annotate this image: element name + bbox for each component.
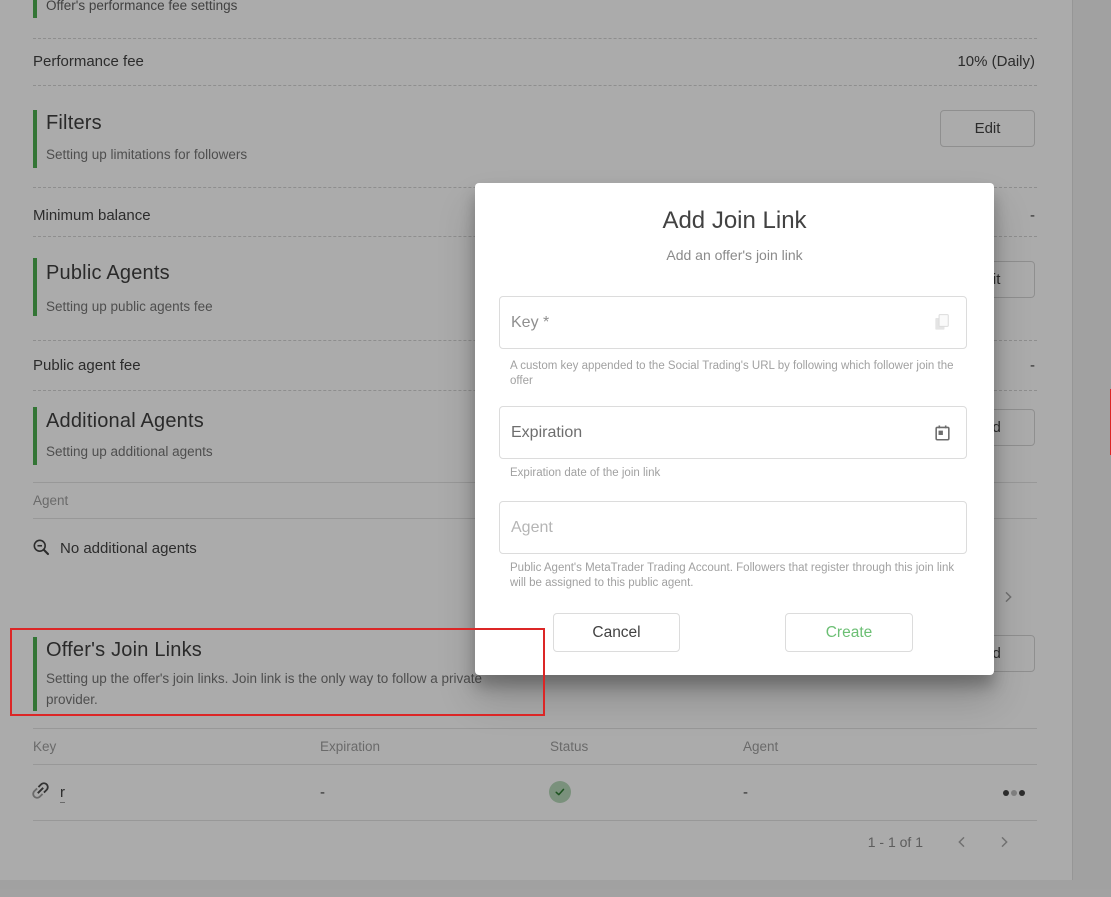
cancel-button[interactable]: Cancel	[553, 613, 680, 652]
agent-helper-text: Public Agent's MetaTrader Trading Accoun…	[510, 562, 955, 589]
key-helper-text: A custom key appended to the Social Trad…	[510, 360, 954, 387]
expiration-input[interactable]: Expiration	[499, 406, 967, 459]
agent-input-label: Agent	[511, 518, 553, 536]
dialog-subtitle: Add an offer's join link	[666, 247, 803, 263]
key-input[interactable]: Key *	[499, 296, 967, 349]
agent-input[interactable]: Agent	[499, 501, 967, 554]
expiration-input-label: Expiration	[511, 423, 583, 441]
key-input-label: Key *	[511, 313, 550, 331]
expiration-helper-text: Expiration date of the join link	[510, 467, 661, 479]
create-button[interactable]: Create	[785, 613, 913, 652]
calendar-icon[interactable]	[933, 423, 952, 442]
dialog-title: Add Join Link	[662, 207, 807, 234]
copy-icon[interactable]	[932, 312, 952, 334]
add-join-link-dialog: Add Join Link Add an offer's join link K…	[475, 183, 1111, 675]
screen: Offer's performance fee settings Perform…	[0, 0, 1111, 897]
